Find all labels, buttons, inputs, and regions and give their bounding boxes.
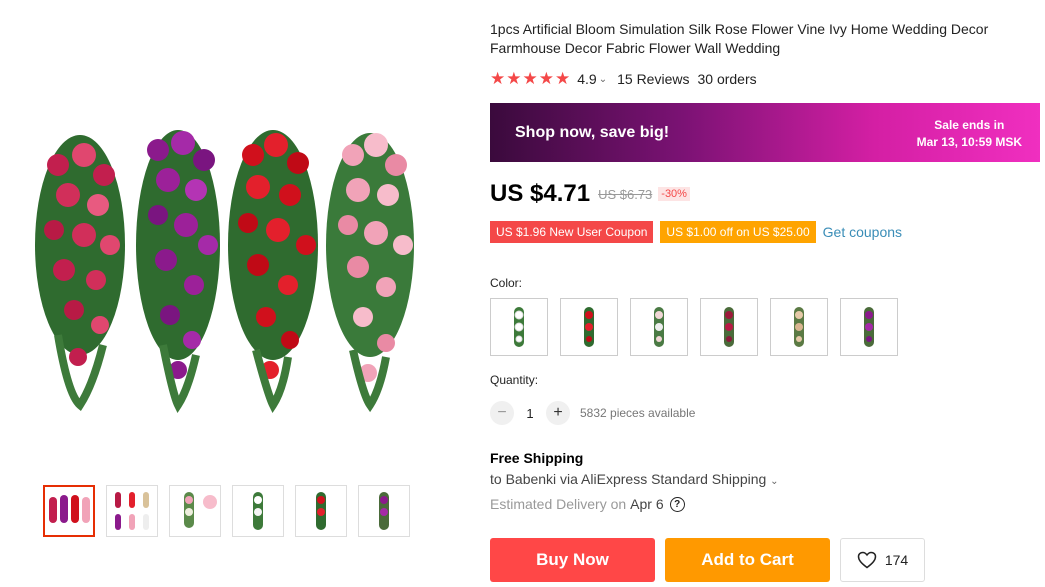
quantity-minus-button[interactable]: −: [490, 401, 514, 425]
sale-ends-label: Sale ends in: [934, 118, 1005, 132]
coupons-row: US $1.96 New User Coupon US $1.00 off on…: [490, 221, 902, 243]
rating-score[interactable]: 4.9: [577, 71, 596, 87]
quantity-plus-button[interactable]: +: [546, 401, 570, 425]
vine-red-pink: [35, 135, 125, 411]
color-option-white[interactable]: [490, 298, 548, 356]
shipping-title: Free Shipping: [490, 450, 584, 466]
delivery-label: Estimated Delivery on: [490, 496, 627, 512]
orders-count: 30 orders: [697, 71, 757, 87]
star-icon: ★: [538, 69, 555, 88]
quantity-input[interactable]: 1: [514, 406, 546, 421]
get-coupons-link[interactable]: Get coupons: [823, 224, 902, 240]
vine-pink: [326, 133, 414, 413]
vine-purple: [136, 130, 220, 413]
product-title: 1pcs Artificial Bloom Simulation Silk Ro…: [490, 21, 989, 56]
quantity-stepper: − 1 + 5832 pieces available: [490, 401, 695, 425]
add-to-cart-button[interactable]: Add to Cart: [665, 538, 830, 582]
color-label: Color:: [490, 276, 523, 290]
thumbnail-5[interactable]: [295, 485, 347, 537]
question-circle-icon[interactable]: ?: [669, 496, 685, 512]
new-user-coupon[interactable]: US $1.96 New User Coupon: [490, 221, 654, 243]
thumbnail-2[interactable]: [106, 485, 158, 537]
thumbnail-3[interactable]: [169, 485, 221, 537]
color-option-purple[interactable]: [840, 298, 898, 356]
star-icon: ★: [490, 69, 507, 88]
sale-countdown: Sale ends in Mar 13, 10:59 MSK: [917, 117, 1022, 151]
star-icon: ★: [555, 69, 572, 88]
chevron-down-icon[interactable]: ⌄: [770, 476, 778, 487]
estimated-delivery: Estimated Delivery on Apr 6 ?: [490, 496, 685, 512]
original-price: US $6.73: [598, 186, 653, 202]
buy-now-button[interactable]: Buy Now: [490, 538, 655, 582]
color-option-red[interactable]: [560, 298, 618, 356]
star-icon: ★: [506, 69, 523, 88]
chevron-down-icon[interactable]: ⌄: [599, 74, 607, 85]
store-coupon[interactable]: US $1.00 off on US $25.00: [660, 221, 816, 243]
vine-red: [228, 130, 318, 413]
reviews-link[interactable]: 15 Reviews: [617, 71, 689, 87]
star-rating: ★★★★★: [490, 69, 571, 89]
shipping-method[interactable]: to Babenki via AliExpress Standard Shipp…: [490, 471, 779, 487]
thumbnail-1[interactable]: [43, 485, 95, 537]
thumbnail-strip: [43, 485, 410, 537]
color-options: [490, 298, 898, 356]
delivery-date: Apr 6: [630, 496, 664, 512]
price-row: US $4.71 US $6.73 -30%: [490, 180, 690, 208]
wishlist-button[interactable]: 174: [840, 538, 925, 582]
main-product-image[interactable]: [18, 95, 438, 440]
discount-badge: -30%: [658, 187, 690, 201]
wishlist-count: 174: [884, 552, 909, 568]
thumbnail-6[interactable]: [358, 485, 410, 537]
promo-banner[interactable]: Shop now, save big! Sale ends in Mar 13,…: [490, 103, 1040, 162]
thumbnail-4[interactable]: [232, 485, 284, 537]
stock-available: 5832 pieces available: [580, 406, 696, 420]
color-option-pink[interactable]: [630, 298, 688, 356]
shipping-method-text: to Babenki via AliExpress Standard Shipp…: [490, 471, 767, 487]
color-option-burgundy[interactable]: [700, 298, 758, 356]
quantity-label: Quantity:: [490, 373, 539, 387]
current-price: US $4.71: [490, 180, 591, 207]
color-option-champagne[interactable]: [770, 298, 828, 356]
sale-ends-date: Mar 13, 10:59 MSK: [916, 135, 1022, 149]
promo-text: Shop now, save big!: [515, 124, 670, 141]
heart-icon: [857, 551, 877, 569]
rating-row: ★★★★★ 4.9 ⌄ 15 Reviews 30 orders: [490, 69, 757, 89]
star-icon: ★: [522, 69, 539, 88]
